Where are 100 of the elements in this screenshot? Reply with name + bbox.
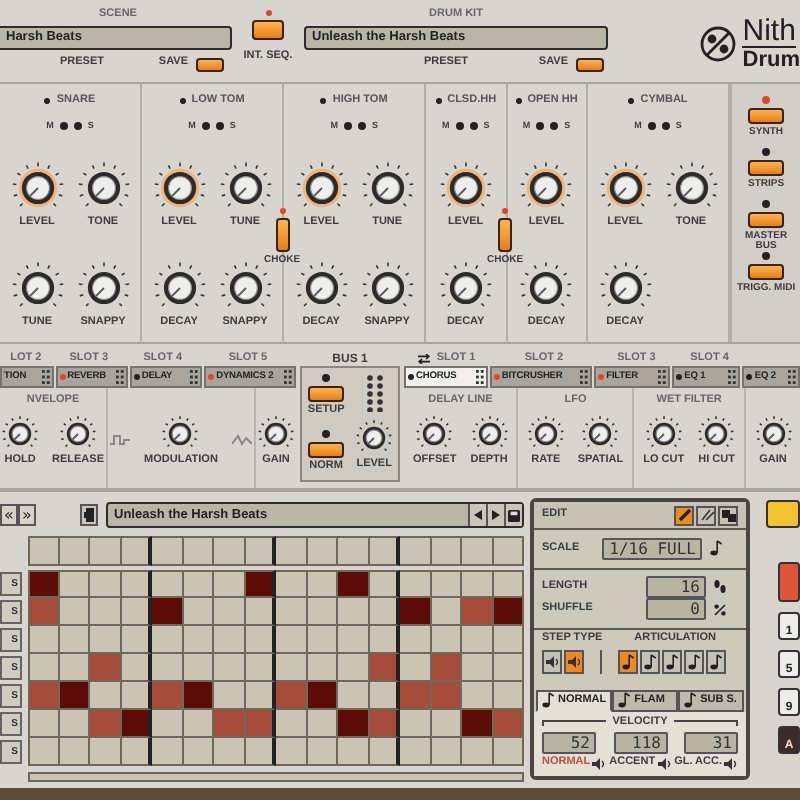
rotary-knob[interactable] bbox=[416, 415, 453, 451]
step-cell[interactable] bbox=[369, 598, 400, 626]
step-cell[interactable] bbox=[245, 598, 276, 626]
step-cell[interactable] bbox=[307, 570, 338, 598]
step-cell[interactable] bbox=[214, 626, 245, 654]
step-cell[interactable] bbox=[338, 598, 369, 626]
rotary-knob[interactable] bbox=[153, 261, 206, 313]
step-cell[interactable] bbox=[493, 570, 524, 598]
rotary-knob[interactable] bbox=[755, 415, 791, 451]
step-cell[interactable] bbox=[59, 710, 90, 738]
rotary-knob[interactable] bbox=[361, 261, 414, 313]
rotary-knob[interactable] bbox=[439, 261, 492, 313]
step-cell[interactable] bbox=[245, 682, 276, 710]
step-cell[interactable] bbox=[214, 570, 245, 598]
step-cell[interactable] bbox=[183, 626, 214, 654]
step-cell[interactable] bbox=[276, 710, 307, 738]
step-cell[interactable] bbox=[214, 710, 245, 738]
step-cell[interactable] bbox=[493, 738, 524, 766]
step-cell[interactable] bbox=[183, 654, 214, 682]
step-cell[interactable] bbox=[338, 654, 369, 682]
step-cell[interactable] bbox=[28, 710, 59, 738]
step-cell[interactable] bbox=[183, 738, 214, 766]
step-cell[interactable] bbox=[493, 654, 524, 682]
panel-button[interactable] bbox=[748, 212, 785, 228]
panel-button[interactable] bbox=[748, 108, 785, 124]
step-cell[interactable] bbox=[152, 738, 183, 766]
step-cell[interactable] bbox=[431, 738, 462, 766]
step-cell[interactable] bbox=[183, 682, 214, 710]
step-cell[interactable] bbox=[152, 654, 183, 682]
step-cell[interactable] bbox=[90, 710, 121, 738]
step-cell[interactable] bbox=[338, 710, 369, 738]
solo-button[interactable] bbox=[73, 121, 82, 130]
step-cell[interactable] bbox=[462, 654, 493, 682]
step-cell[interactable] bbox=[338, 738, 369, 766]
step-cell[interactable] bbox=[276, 738, 307, 766]
step-cell[interactable] bbox=[28, 654, 59, 682]
step-cell[interactable] bbox=[28, 570, 59, 598]
step-cell[interactable] bbox=[245, 738, 276, 766]
pad-button[interactable] bbox=[766, 500, 800, 528]
step-cell[interactable] bbox=[493, 682, 524, 710]
tool-button[interactable] bbox=[718, 505, 738, 525]
solo-button[interactable] bbox=[469, 121, 478, 130]
step-cell[interactable] bbox=[28, 738, 59, 766]
step-cell[interactable] bbox=[400, 710, 431, 738]
articulation-button[interactable] bbox=[706, 650, 726, 675]
step-cell[interactable] bbox=[121, 626, 152, 654]
step-cell[interactable] bbox=[369, 738, 400, 766]
tool-button[interactable] bbox=[674, 505, 694, 525]
step-cell[interactable] bbox=[28, 626, 59, 654]
mute-button[interactable] bbox=[343, 121, 352, 130]
step-cell[interactable] bbox=[90, 682, 121, 710]
step-cell[interactable] bbox=[90, 626, 121, 654]
step-cell[interactable] bbox=[121, 682, 152, 710]
rotary-knob[interactable] bbox=[645, 415, 682, 451]
step-cell[interactable] bbox=[338, 626, 369, 654]
articulation-button[interactable] bbox=[684, 650, 704, 675]
rotary-knob[interactable] bbox=[520, 261, 573, 313]
rotary-knob[interactable] bbox=[471, 415, 508, 451]
int-seq-button[interactable] bbox=[252, 20, 284, 40]
previous-button[interactable] bbox=[468, 504, 486, 526]
rotary-knob[interactable] bbox=[582, 415, 619, 451]
panel-button[interactable] bbox=[748, 160, 785, 176]
step-cell[interactable] bbox=[59, 570, 90, 598]
step-cell[interactable] bbox=[307, 682, 338, 710]
step-cell[interactable] bbox=[307, 710, 338, 738]
step-cell[interactable] bbox=[462, 738, 493, 766]
step-cell[interactable] bbox=[214, 654, 245, 682]
step-cell[interactable] bbox=[369, 626, 400, 654]
solo-button[interactable] bbox=[357, 121, 366, 130]
step-cell[interactable] bbox=[152, 570, 183, 598]
step-cell[interactable] bbox=[90, 654, 121, 682]
step-cell[interactable] bbox=[245, 570, 276, 598]
step-cell[interactable] bbox=[183, 570, 214, 598]
rotary-knob[interactable] bbox=[162, 415, 199, 451]
step-cell[interactable] bbox=[369, 654, 400, 682]
step-type-button[interactable] bbox=[542, 650, 562, 675]
mute-button[interactable] bbox=[536, 121, 545, 130]
step-cell[interactable] bbox=[59, 598, 90, 626]
step-cell[interactable] bbox=[431, 710, 462, 738]
step-cell[interactable] bbox=[431, 598, 462, 626]
choke-button[interactable] bbox=[498, 218, 513, 252]
step-cell[interactable] bbox=[493, 710, 524, 738]
rotary-knob[interactable] bbox=[295, 261, 348, 313]
step-cell[interactable] bbox=[59, 626, 90, 654]
mute-button[interactable] bbox=[201, 121, 210, 130]
articulation-button[interactable] bbox=[640, 650, 660, 675]
rotary-knob[interactable] bbox=[11, 261, 64, 313]
step-cell[interactable] bbox=[59, 682, 90, 710]
nav-button[interactable]: » bbox=[18, 504, 36, 526]
panel-button[interactable] bbox=[748, 264, 785, 280]
step-cell[interactable] bbox=[307, 626, 338, 654]
step-cell[interactable] bbox=[152, 626, 183, 654]
step-cell[interactable] bbox=[59, 654, 90, 682]
step-cell[interactable] bbox=[276, 654, 307, 682]
rotary-knob[interactable] bbox=[599, 261, 652, 313]
articulation-button[interactable] bbox=[662, 650, 682, 675]
rotary-knob[interactable] bbox=[527, 415, 564, 451]
step-cell[interactable] bbox=[183, 598, 214, 626]
save-button[interactable] bbox=[576, 57, 604, 71]
save-button[interactable] bbox=[196, 57, 224, 71]
